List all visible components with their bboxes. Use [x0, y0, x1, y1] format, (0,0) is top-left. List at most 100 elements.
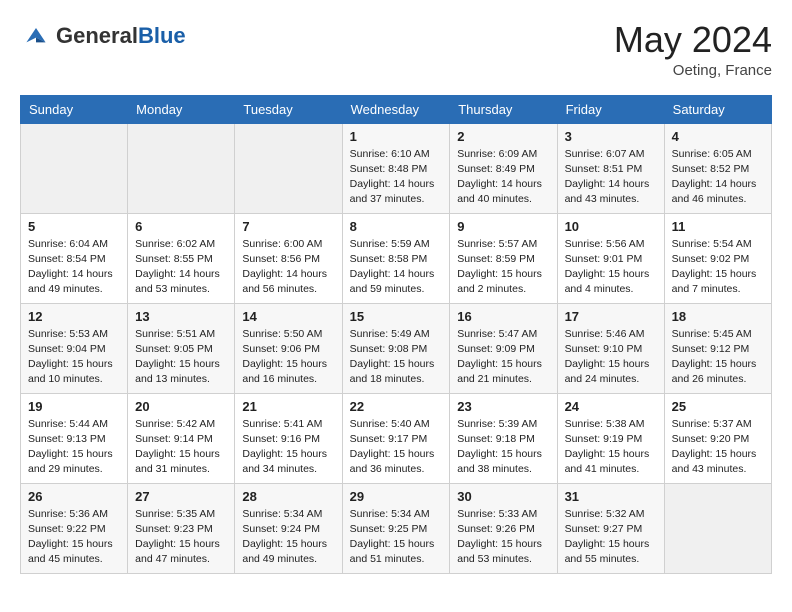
calendar-cell: 6 Sunrise: 6:02 AMSunset: 8:55 PMDaylight… [128, 213, 235, 303]
day-info: Sunrise: 5:42 AMSunset: 9:14 PMDaylight:… [135, 417, 227, 478]
logo-icon [20, 20, 52, 52]
column-header-monday: Monday [128, 95, 235, 123]
day-info: Sunrise: 6:07 AMSunset: 8:51 PMDaylight:… [565, 147, 657, 208]
day-number: 13 [135, 309, 227, 324]
day-info: Sunrise: 6:10 AMSunset: 8:48 PMDaylight:… [350, 147, 443, 208]
calendar-cell: 26 Sunrise: 5:36 AMSunset: 9:22 PMDayligh… [21, 483, 128, 573]
day-info: Sunrise: 5:47 AMSunset: 9:09 PMDaylight:… [457, 327, 549, 388]
day-number: 17 [565, 309, 657, 324]
day-number: 19 [28, 399, 120, 414]
calendar-cell [128, 123, 235, 213]
day-info: Sunrise: 5:32 AMSunset: 9:27 PMDaylight:… [565, 507, 657, 568]
day-info: Sunrise: 5:35 AMSunset: 9:23 PMDaylight:… [135, 507, 227, 568]
calendar-cell: 4Sunrise: 6:05 AMSunset: 8:52 PMDaylight… [664, 123, 771, 213]
column-header-saturday: Saturday [664, 95, 771, 123]
calendar-cell [235, 123, 342, 213]
calendar-cell: 28Sunrise: 5:34 AMSunset: 9:24 PMDayligh… [235, 483, 342, 573]
calendar-cell: 12 Sunrise: 5:53 AMSunset: 9:04 PMDayligh… [21, 303, 128, 393]
day-info: Sunrise: 6:04 AMSunset: 8:54 PMDaylight:… [28, 237, 120, 298]
calendar-cell: 14 Sunrise: 5:50 AMSunset: 9:06 PMDayligh… [235, 303, 342, 393]
day-number: 20 [135, 399, 227, 414]
calendar-cell: 13 Sunrise: 5:51 AMSunset: 9:05 PMDayligh… [128, 303, 235, 393]
day-number: 8 [350, 219, 443, 234]
calendar-cell: 9Sunrise: 5:57 AMSunset: 8:59 PMDaylight… [450, 213, 557, 303]
day-number: 5 [28, 219, 120, 234]
logo-text: GeneralBlue [56, 24, 186, 48]
day-number: 24 [565, 399, 657, 414]
day-number: 25 [672, 399, 764, 414]
logo-general: General [56, 24, 138, 48]
day-number: 11 [672, 219, 764, 234]
day-info: Sunrise: 5:34 AMSunset: 9:25 PMDaylight:… [350, 507, 443, 568]
day-info: Sunrise: 5:34 AMSunset: 9:24 PMDaylight:… [242, 507, 334, 568]
day-info: Sunrise: 5:56 AMSunset: 9:01 PMDaylight:… [565, 237, 657, 298]
location: Oeting, France [614, 62, 772, 79]
day-info: Sunrise: 6:09 AMSunset: 8:49 PMDaylight:… [457, 147, 549, 208]
calendar-cell [21, 123, 128, 213]
day-info: Sunrise: 5:44 AMSunset: 9:13 PMDaylight:… [28, 417, 120, 478]
calendar-cell: 16 Sunrise: 5:47 AMSunset: 9:09 PMDayligh… [450, 303, 557, 393]
calendar-cell: 2 Sunrise: 6:09 AMSunset: 8:49 PMDaylight… [450, 123, 557, 213]
day-info: Sunrise: 5:53 AMSunset: 9:04 PMDaylight:… [28, 327, 120, 388]
day-info: Sunrise: 5:54 AMSunset: 9:02 PMDaylight:… [672, 237, 764, 298]
calendar-cell: 1 Sunrise: 6:10 AMSunset: 8:48 PMDaylight… [342, 123, 450, 213]
calendar-cell: 11 Sunrise: 5:54 AMSunset: 9:02 PMDayligh… [664, 213, 771, 303]
calendar-week-row: 26 Sunrise: 5:36 AMSunset: 9:22 PMDayligh… [21, 483, 772, 573]
day-info: Sunrise: 6:00 AMSunset: 8:56 PMDaylight:… [242, 237, 334, 298]
calendar-cell: 24Sunrise: 5:38 AMSunset: 9:19 PMDayligh… [557, 393, 664, 483]
day-info: Sunrise: 6:02 AMSunset: 8:55 PMDaylight:… [135, 237, 227, 298]
day-info: Sunrise: 5:51 AMSunset: 9:05 PMDaylight:… [135, 327, 227, 388]
day-info: Sunrise: 5:41 AMSunset: 9:16 PMDaylight:… [242, 417, 334, 478]
logo: GeneralBlue [20, 20, 186, 52]
column-header-friday: Friday [557, 95, 664, 123]
day-number: 10 [565, 219, 657, 234]
calendar-table: SundayMondayTuesdayWednesdayThursdayFrid… [20, 95, 772, 574]
day-number: 26 [28, 489, 120, 504]
day-info: Sunrise: 5:37 AMSunset: 9:20 PMDaylight:… [672, 417, 764, 478]
day-number: 1 [350, 129, 443, 144]
calendar-header-row: SundayMondayTuesdayWednesdayThursdayFrid… [21, 95, 772, 123]
calendar-cell: 7 Sunrise: 6:00 AMSunset: 8:56 PMDaylight… [235, 213, 342, 303]
calendar-cell [664, 483, 771, 573]
day-number: 7 [242, 219, 334, 234]
calendar-cell: 10 Sunrise: 5:56 AMSunset: 9:01 PMDayligh… [557, 213, 664, 303]
day-number: 16 [457, 309, 549, 324]
day-number: 30 [457, 489, 549, 504]
calendar-cell: 21 Sunrise: 5:41 AMSunset: 9:16 PMDayligh… [235, 393, 342, 483]
calendar-cell: 8 Sunrise: 5:59 AMSunset: 8:58 PMDaylight… [342, 213, 450, 303]
day-info: Sunrise: 5:57 AMSunset: 8:59 PMDaylight:… [457, 237, 549, 298]
day-number: 6 [135, 219, 227, 234]
calendar-cell: 5 Sunrise: 6:04 AMSunset: 8:54 PMDaylight… [21, 213, 128, 303]
day-number: 4 [672, 129, 764, 144]
calendar-cell: 18Sunrise: 5:45 AMSunset: 9:12 PMDayligh… [664, 303, 771, 393]
day-info: Sunrise: 5:36 AMSunset: 9:22 PMDaylight:… [28, 507, 120, 568]
day-info: Sunrise: 5:33 AMSunset: 9:26 PMDaylight:… [457, 507, 549, 568]
day-info: Sunrise: 5:49 AMSunset: 9:08 PMDaylight:… [350, 327, 443, 388]
calendar-cell: 25 Sunrise: 5:37 AMSunset: 9:20 PMDayligh… [664, 393, 771, 483]
day-number: 23 [457, 399, 549, 414]
day-number: 31 [565, 489, 657, 504]
day-info: Sunrise: 5:50 AMSunset: 9:06 PMDaylight:… [242, 327, 334, 388]
calendar-cell: 23 Sunrise: 5:39 AMSunset: 9:18 PMDayligh… [450, 393, 557, 483]
day-number: 14 [242, 309, 334, 324]
day-number: 18 [672, 309, 764, 324]
calendar-cell: 29 Sunrise: 5:34 AMSunset: 9:25 PMDayligh… [342, 483, 450, 573]
calendar-cell: 17 Sunrise: 5:46 AMSunset: 9:10 PMDayligh… [557, 303, 664, 393]
day-number: 3 [565, 129, 657, 144]
title-block: May 2024 Oeting, France [614, 20, 772, 79]
day-info: Sunrise: 5:59 AMSunset: 8:58 PMDaylight:… [350, 237, 443, 298]
logo-blue: Blue [138, 24, 186, 48]
day-info: Sunrise: 5:39 AMSunset: 9:18 PMDaylight:… [457, 417, 549, 478]
column-header-sunday: Sunday [21, 95, 128, 123]
calendar-cell: 15Sunrise: 5:49 AMSunset: 9:08 PMDayligh… [342, 303, 450, 393]
day-number: 21 [242, 399, 334, 414]
day-number: 2 [457, 129, 549, 144]
day-number: 29 [350, 489, 443, 504]
day-number: 12 [28, 309, 120, 324]
day-info: Sunrise: 5:46 AMSunset: 9:10 PMDaylight:… [565, 327, 657, 388]
calendar-cell: 22Sunrise: 5:40 AMSunset: 9:17 PMDayligh… [342, 393, 450, 483]
calendar-cell: 20 Sunrise: 5:42 AMSunset: 9:14 PMDayligh… [128, 393, 235, 483]
page-header: GeneralBlue May 2024 Oeting, France [20, 20, 772, 79]
calendar-cell: 27Sunrise: 5:35 AMSunset: 9:23 PMDayligh… [128, 483, 235, 573]
calendar-week-row: 19 Sunrise: 5:44 AMSunset: 9:13 PMDayligh… [21, 393, 772, 483]
